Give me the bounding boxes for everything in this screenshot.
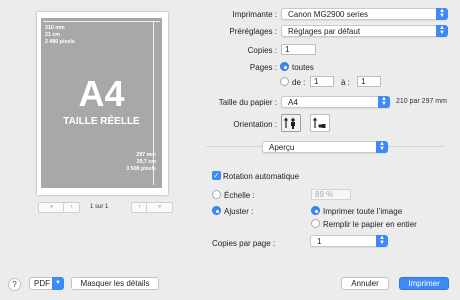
updown-arrow-icon: ▲ ▼ [436,25,448,37]
copies-label: Copies : [247,46,277,55]
preview-sub-label: TAILLE RÉELLE [63,116,140,127]
pages-all-label: toutes [292,63,314,72]
dim-bottom-mm: 297 mm [136,152,156,158]
printer-value: Canon MG2900 series [288,10,369,19]
dim-top-cm: 21 cm [45,32,61,38]
updown-arrow-icon: ▲ ▼ [436,8,448,20]
chevron-down-icon: ▼ [52,277,64,290]
fit-radio[interactable] [212,206,221,215]
presets-value: Réglages par défaut [288,27,361,36]
landscape-person-icon [313,117,326,128]
hide-details-button[interactable]: Masquer les détails [71,277,159,290]
pages-range-radio[interactable] [280,77,289,86]
checkmark-icon: ✓ [213,171,220,180]
presets-label: Préréglages : [229,27,277,36]
updown-arrow-icon: ▲ ▼ [376,235,388,247]
fill-paper-radio[interactable] [311,219,320,228]
section-popup[interactable]: Aperçu ▲ ▼ [262,141,388,153]
last-page-button[interactable]: » [146,202,173,213]
prev-page-button[interactable]: ‹ [63,202,80,213]
page-count: 1 sur 1 [90,204,109,210]
orientation-landscape-button[interactable] [310,114,330,132]
paper-size-value: A4 [288,98,298,107]
updown-arrow-icon: ▲ ▼ [376,141,388,153]
dim-top-pixels: 2 480 pixels [45,39,75,45]
printer-popup[interactable]: Canon MG2900 series ▲ ▼ [281,8,448,20]
section-value: Aperçu [269,143,295,152]
orientation-label: Orientation : [233,120,277,129]
paper-dimensions: 210 par 297 mm [396,98,447,105]
print-button[interactable]: Imprimer [399,277,449,290]
auto-rotate-checkbox[interactable]: ✓ [212,171,221,180]
fill-paper-label: Remplir le papier en entier [323,220,417,229]
portrait-person-icon [284,117,295,129]
updown-arrow-icon: ▲ ▼ [378,96,390,108]
help-icon: ? [12,280,17,289]
printer-label: Imprimante : [232,10,277,19]
first-page-icon: « [49,204,54,210]
fit-label: Ajuster : [224,207,254,216]
paper-size-label: Taille du papier : [218,98,277,107]
next-page-icon: › [138,204,141,210]
pdf-label: PDF [34,279,50,288]
preview-big-label: A4 [78,73,125,114]
dimensions-bottom: 297 mm 29,7 cm 3 508 pixels [126,152,156,173]
last-page-icon: » [157,204,162,210]
dim-top-mm: 210 mm [45,25,65,31]
first-page-button[interactable]: « [38,202,65,213]
print-entire-image-label: Imprimer toute l’image [323,207,403,216]
print-preview-content: 210 mm 21 cm 2 480 pixels A4 TAILLE RÉEL… [41,18,162,188]
help-button[interactable]: ? [8,278,21,291]
pages-from-field[interactable]: 1 [310,76,334,87]
pages-all-radio[interactable] [280,62,289,71]
auto-rotate-label: Rotation automatique [223,172,300,181]
width-guide [43,21,160,22]
pages-label: Pages : [249,63,277,72]
prev-page-icon: ‹ [70,204,73,210]
presets-popup[interactable]: Réglages par défaut ▲ ▼ [281,25,448,37]
scale-label: Échelle : [224,191,255,200]
orientation-portrait-button[interactable] [281,114,301,132]
copies-field[interactable]: 1 [281,44,316,55]
print-entire-image-radio[interactable] [311,206,320,215]
copies-per-page-label: Copies par page : [212,239,276,248]
cancel-button[interactable]: Annuler [341,277,389,290]
paper-size-popup[interactable]: A4 ▲ ▼ [281,96,390,108]
scale-radio[interactable] [212,190,221,199]
dimensions-top: 210 mm 21 cm 2 480 pixels [45,25,75,46]
copies-per-page-value: 1 [317,237,322,246]
copies-per-page-popup[interactable]: 1 ▲ ▼ [310,235,388,247]
pages-to-field[interactable]: 1 [357,76,381,87]
pages-from-label: de : [292,78,306,87]
pdf-menu-button[interactable]: PDF ▼ [29,277,64,290]
dim-bottom-cm: 29,7 cm [136,159,156,165]
dim-bottom-pixels: 3 508 pixels [126,166,156,172]
scale-field[interactable]: 89 % [311,189,351,200]
pages-to-label: à : [341,78,350,87]
